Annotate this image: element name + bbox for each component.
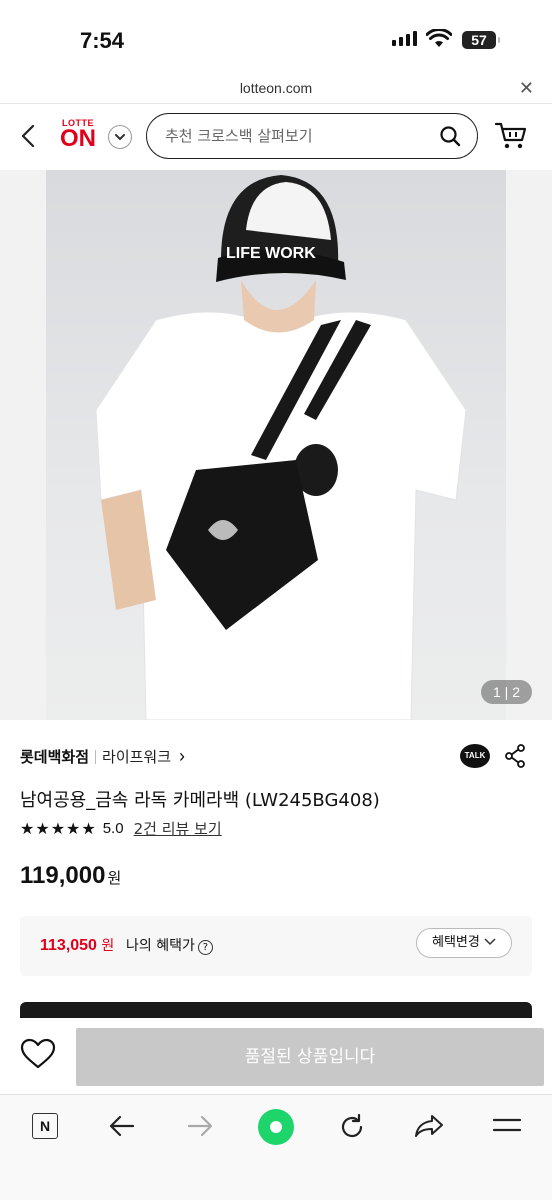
price-value: 119,000 [20, 862, 106, 889]
share-icon[interactable] [504, 744, 526, 773]
chevron-down-icon [484, 938, 496, 946]
help-icon[interactable]: ? [197, 940, 213, 955]
naver-home-button[interactable]: N [32, 1113, 58, 1139]
brand-name[interactable]: 라이프워크 [102, 746, 171, 767]
chevron-down-icon [115, 134, 125, 140]
search-icon[interactable] [439, 125, 461, 152]
back-button[interactable] [18, 122, 38, 155]
product-title: 남여공용_금속 라독 카메라백 (LW245BG408) [20, 790, 380, 811]
benefit-price-unit: 원 [101, 938, 115, 954]
rating-score: 5.0 [102, 820, 124, 837]
rating-stars: ★★★★★ [20, 820, 97, 838]
benefit-price-value: 113,050 [40, 937, 97, 954]
store-name[interactable]: 롯데백화점 [20, 746, 89, 767]
cellular-signal-icon [392, 31, 417, 46]
browser-url-bar[interactable]: lotteon.com ✕ [0, 72, 552, 104]
cart-icon[interactable] [494, 120, 528, 155]
logo-main-text: ON [60, 125, 96, 152]
rating-row: ★★★★★ 5.0 2건 리뷰 보기 [20, 818, 222, 839]
share-arrow-icon[interactable] [414, 1113, 444, 1144]
product-image-gallery[interactable]: LIFE WORK 1 | 2 [0, 170, 552, 720]
reviews-link[interactable]: 2건 리뷰 보기 [134, 818, 222, 839]
lotte-on-logo[interactable]: LOTTE ON [56, 118, 100, 152]
pager-total: 2 [512, 684, 520, 700]
talk-chat-icon[interactable]: TALK [460, 744, 490, 768]
pager-current: 1 [492, 684, 501, 700]
product-photo: LIFE WORK [46, 170, 506, 720]
benefit-price: 113,050 원 [40, 935, 114, 955]
mall-dropdown-button[interactable] [108, 125, 132, 149]
wishlist-heart-icon[interactable] [20, 1038, 56, 1075]
sold-out-button: 품절된 상품입니다 [76, 1028, 544, 1086]
svg-text:LIFE WORK: LIFE WORK [226, 245, 316, 262]
price-unit: 원 [107, 869, 122, 887]
refresh-icon[interactable] [338, 1113, 366, 1146]
back-arrow-icon[interactable] [108, 1113, 136, 1144]
purchase-action-bar: 품절된 상품입니다 [0, 1018, 552, 1094]
chevron-left-icon [21, 124, 35, 148]
chevron-right-icon[interactable]: › [179, 746, 185, 767]
url-domain: lotteon.com [239, 80, 313, 96]
status-time: 7:54 [80, 28, 125, 53]
status-bar: 7:54 57 [0, 0, 552, 72]
search-box[interactable] [146, 113, 478, 159]
home-green-button[interactable] [258, 1109, 294, 1145]
benefit-label[interactable]: 나의 혜택가? [126, 935, 213, 955]
site-header: LOTTE ON [0, 104, 552, 170]
benefit-price-box: 113,050 원 나의 혜택가? 혜택변경 [20, 916, 532, 976]
browser-toolbar: N [0, 1094, 552, 1200]
change-benefit-button[interactable]: 혜택변경 [416, 928, 512, 958]
benefit-label-text: 나의 혜택가 [126, 938, 195, 954]
change-benefit-label: 혜택변경 [432, 935, 480, 950]
wifi-icon [425, 28, 453, 54]
brand-row[interactable]: 롯데백화점 라이프워크 › [20, 746, 185, 767]
gallery-pager: 1 | 2 [480, 680, 532, 704]
menu-icon[interactable] [492, 1113, 522, 1142]
battery-icon: 57 [462, 31, 500, 49]
close-icon[interactable]: ✕ [519, 72, 534, 104]
search-input[interactable] [165, 123, 425, 149]
brand-divider [95, 749, 97, 764]
product-price: 119,000 원 [20, 862, 121, 890]
forward-arrow-icon [186, 1113, 214, 1144]
